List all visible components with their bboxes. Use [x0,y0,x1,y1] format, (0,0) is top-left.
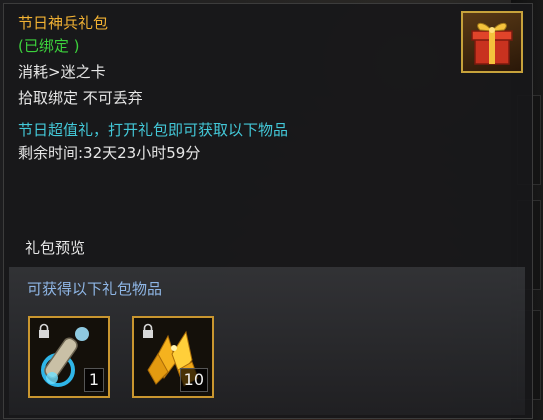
reward-slot-2[interactable]: 10 [132,316,214,398]
item-description: 节日超值礼，打开礼包即可获取以下物品 [18,121,289,139]
item-tooltip: 节日神兵礼包 (已绑定 ) 消耗>迷之卡 拾取绑定 不可丢弃 节日超值礼，打开礼… [3,3,533,419]
remaining-time: 剩余时间:32天23小时59分 [18,144,201,162]
reward-panel-title: 可获得以下礼包物品 [27,280,163,298]
consume-text: 消耗>迷之卡 [18,63,106,81]
reward-slot-1[interactable]: 1 [28,316,110,398]
reward-count: 10 [179,368,208,392]
pickup-rule: 拾取绑定 不可丢弃 [18,89,143,107]
bound-status: (已绑定 ) [18,37,80,55]
item-title: 节日神兵礼包 [18,14,109,32]
gift-box-icon [461,11,523,73]
reward-count: 1 [84,368,104,392]
preview-label: 礼包预览 [25,239,86,257]
reward-panel: 可获得以下礼包物品 1 10 [9,267,525,415]
